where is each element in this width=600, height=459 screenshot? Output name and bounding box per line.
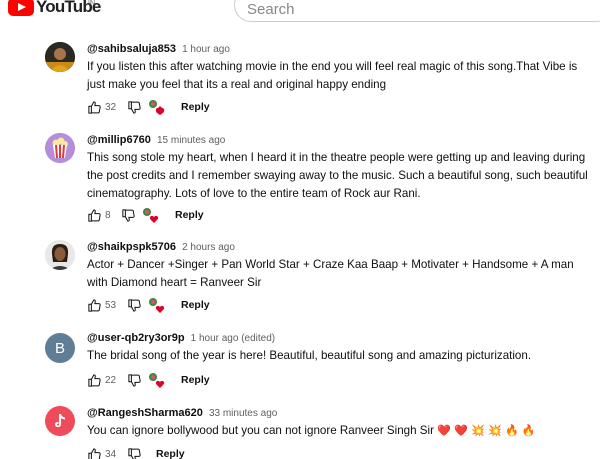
avatar-letter: B (54, 339, 65, 357)
like-icon[interactable] (87, 447, 102, 459)
avatar[interactable] (45, 240, 75, 270)
creator-heart (147, 296, 167, 314)
comment-text: The bridal song of the year is here! Bea… (87, 349, 532, 362)
comment-text: This song stole my heart, when I heard i… (87, 151, 588, 200)
fire-emoji: 🔥 (521, 425, 536, 437)
like-icon[interactable] (87, 100, 102, 115)
comment-text: You can ignore bollywood but you can not… (87, 422, 597, 440)
avatar[interactable] (45, 406, 75, 436)
youtube-logo[interactable]: YouTube (8, 0, 101, 17)
collision-emoji: 💥 (471, 425, 485, 437)
comment-time[interactable]: 2 hours ago (182, 242, 235, 253)
reply-button[interactable]: Reply (156, 448, 185, 459)
reply-button[interactable]: Reply (181, 374, 210, 386)
dislike-icon[interactable] (121, 208, 136, 223)
comment-author[interactable]: @shaikpspk5706 (87, 241, 176, 253)
like-count: 32 (105, 101, 117, 113)
like-icon[interactable] (87, 373, 102, 388)
like-count: 22 (105, 374, 117, 386)
person-avatar-icon (45, 240, 75, 270)
like-count: 34 (105, 448, 117, 459)
comment-time[interactable]: 33 minutes ago (209, 408, 277, 419)
collision-emoji: 💥 (488, 425, 502, 437)
reply-button[interactable]: Reply (181, 299, 210, 311)
emoji-list: ❤️ ❤️ 💥 💥 🔥 🔥 (437, 424, 535, 437)
creator-heart-icon (143, 208, 159, 223)
avatar[interactable] (45, 133, 75, 163)
comment-time[interactable]: 1 hour ago (182, 44, 230, 55)
dislike-icon[interactable] (127, 447, 142, 459)
dislike-icon[interactable] (127, 100, 142, 115)
comment-author[interactable]: @user-qb2ry3or9p (87, 332, 185, 344)
heart-emoji: ❤️ (437, 425, 451, 437)
comment-time[interactable]: 15 minutes ago (157, 135, 225, 146)
like-icon[interactable] (87, 208, 102, 223)
comment-text: If you listen this after watching movie … (87, 60, 578, 91)
top-bar: YouTube IN Search (0, 0, 600, 24)
comment-text: Actor + Dancer +Singer + Pan World Star … (87, 258, 574, 289)
avatar[interactable] (45, 42, 75, 72)
like-count: 53 (105, 299, 117, 311)
fire-emoji: 🔥 (504, 425, 519, 437)
comment-author[interactable]: @millip6760 (87, 134, 151, 146)
avatar[interactable]: B (45, 333, 75, 363)
person-avatar-icon (45, 42, 75, 72)
region-code: IN (88, 0, 95, 7)
like-count: 8 (105, 209, 111, 221)
comment-text-body: You can ignore bollywood but you can not… (87, 424, 434, 437)
creator-heart-icon (149, 373, 165, 388)
heart-emoji: ❤️ (454, 425, 468, 437)
comment-author[interactable]: @sahibsaluja853 (87, 43, 176, 55)
creator-heart (141, 206, 161, 224)
tiktok-icon (55, 414, 65, 427)
popcorn-avatar-icon (45, 133, 75, 163)
dislike-icon[interactable] (127, 373, 142, 388)
reply-button[interactable]: Reply (175, 209, 204, 221)
like-icon[interactable] (87, 298, 102, 313)
reply-button[interactable]: Reply (181, 101, 210, 113)
play-logo-icon (8, 0, 34, 16)
search-placeholder: Search (247, 0, 295, 18)
creator-heart-icon (149, 298, 165, 313)
dislike-icon[interactable] (127, 298, 142, 313)
creator-heart (147, 98, 167, 116)
comment-author[interactable]: @RangeshSharma620 (87, 407, 203, 419)
creator-heart-icon (149, 100, 165, 115)
comment-time[interactable]: 1 hour ago (edited) (191, 333, 276, 344)
search-input[interactable]: Search (234, 0, 600, 22)
creator-heart (147, 371, 167, 389)
